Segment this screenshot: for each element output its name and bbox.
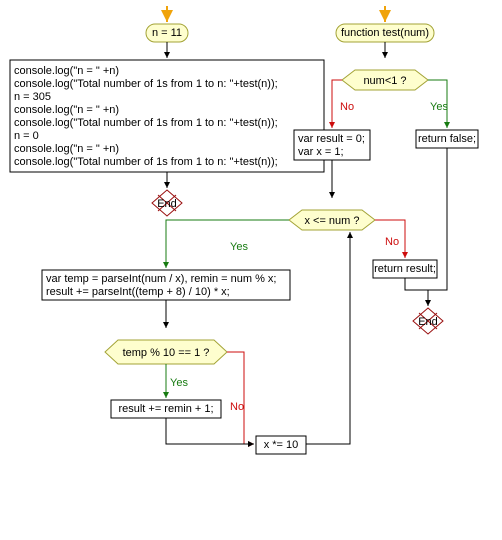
right-end-label: End <box>418 316 438 328</box>
flowchart-canvas: n = 11 console.log("n = " +n) console.lo… <box>0 0 502 540</box>
left-body-line-7: console.log("Total number of 1s from 1 t… <box>14 156 278 168</box>
right-loop-yes-label: Yes <box>230 241 248 253</box>
right-inner-cond-label: temp % 10 == 1 ? <box>123 347 210 359</box>
right-retresult-label: return result; <box>374 263 436 275</box>
right-init-line-1: var x = 1; <box>298 146 344 158</box>
right-cond1-no-label: No <box>340 101 354 113</box>
left-body-line-6: console.log("n = " +n) <box>14 143 119 155</box>
right-func-label: function test(num) <box>341 27 429 39</box>
right-inneryes-label: result += remin + 1; <box>118 403 213 415</box>
left-body-line-3: console.log("n = " +n) <box>14 104 119 116</box>
left-body-line-0: console.log("n = " +n) <box>14 65 119 77</box>
left-body-line-4: console.log("Total number of 1s from 1 t… <box>14 117 278 129</box>
right-edge-inner-no <box>227 352 254 444</box>
right-loopbody-line-1: result += parseInt((temp + 8) / 10) * x; <box>46 286 230 298</box>
right-retfalse-label: return false; <box>418 133 476 145</box>
right-edge-step-loop <box>306 232 350 444</box>
left-body-line-5: n = 0 <box>14 130 39 142</box>
right-loop-cond-label: x <= num ? <box>304 215 359 227</box>
left-body-line-1: console.log("Total number of 1s from 1 t… <box>14 78 278 90</box>
right-cond1-yes-label: Yes <box>430 101 448 113</box>
right-edge-retresult-merge <box>405 278 428 290</box>
right-edge-loop-yes <box>166 220 289 268</box>
right-init-line-0: var result = 0; <box>298 133 365 145</box>
right-step-label: x *= 10 <box>264 439 299 451</box>
right-loopbody-line-0: var temp = parseInt(num / x), remin = nu… <box>46 273 276 285</box>
right-end-node: End <box>413 308 443 334</box>
left-body-line-2: n = 305 <box>14 91 51 103</box>
left-end-label: End <box>157 198 177 210</box>
right-loop-no-label: No <box>385 236 399 248</box>
right-edge-inneryes-step <box>166 418 254 444</box>
left-end-node: End <box>152 190 182 216</box>
right-inner-no-label: No <box>230 401 244 413</box>
left-start-label: n = 11 <box>152 27 182 39</box>
right-inner-yes-label: Yes <box>170 377 188 389</box>
right-cond1-label: num<1 ? <box>363 75 406 87</box>
